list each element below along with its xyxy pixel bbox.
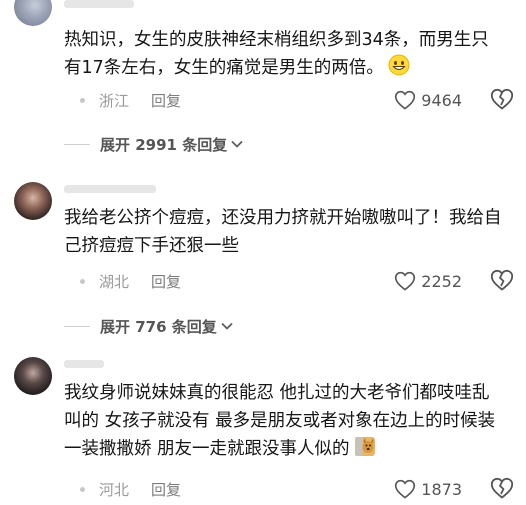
comment-location: 湖北 bbox=[99, 272, 130, 291]
comment-meta: 湖北 回复 bbox=[64, 270, 181, 292]
like-count: 2252 bbox=[421, 271, 462, 291]
like-button[interactable]: 9464 bbox=[394, 88, 462, 112]
like-button[interactable]: 1873 bbox=[394, 477, 462, 501]
comment-text: 热知识，女生的皮肤神经末梢组织多到34条，而男生只有17条左右，女生的痛觉是男生… bbox=[64, 26, 504, 85]
commenter-avatar[interactable] bbox=[14, 0, 52, 26]
separator-dot bbox=[80, 97, 85, 103]
expand-replies-label: 展开 776 条回复 bbox=[100, 317, 217, 336]
broken-heart-outline-icon bbox=[490, 88, 514, 110]
heart-outline-icon bbox=[395, 479, 416, 499]
dislike-button[interactable] bbox=[490, 88, 514, 112]
commenter-name-placeholder[interactable] bbox=[64, 185, 156, 193]
heart-outline-icon bbox=[395, 271, 416, 291]
like-count: 9464 bbox=[421, 90, 462, 110]
chevron-down-icon bbox=[221, 322, 233, 330]
dislike-button[interactable] bbox=[490, 477, 514, 501]
separator-dot bbox=[80, 278, 85, 284]
commenter-avatar[interactable] bbox=[14, 357, 52, 395]
divider-line bbox=[64, 325, 90, 327]
commenter-avatar[interactable] bbox=[14, 182, 52, 220]
comment-text: 我给老公挤个痘痘，还没用力挤就开始嗷嗷叫了！我给自己挤痘痘下手还狠一些 bbox=[64, 208, 502, 256]
chevron-down-icon bbox=[231, 140, 243, 148]
expand-replies-label: 展开 2991 条回复 bbox=[100, 135, 228, 154]
dog-peeking-emoji bbox=[354, 435, 376, 466]
separator-dot bbox=[80, 486, 85, 492]
broken-heart-outline-icon bbox=[490, 477, 514, 499]
like-count: 1873 bbox=[421, 479, 462, 499]
reply-button[interactable]: 回复 bbox=[151, 90, 181, 111]
commenter-name-placeholder[interactable] bbox=[64, 360, 104, 368]
expand-replies-button[interactable]: 展开 2991 条回复 bbox=[64, 133, 244, 155]
expand-replies-button[interactable]: 展开 776 条回复 bbox=[64, 315, 234, 337]
reply-button[interactable]: 回复 bbox=[151, 271, 181, 292]
reply-button[interactable]: 回复 bbox=[151, 479, 181, 500]
like-button[interactable]: 2252 bbox=[394, 269, 462, 293]
broken-heart-outline-icon bbox=[490, 269, 514, 291]
smiling-face-emoji bbox=[388, 54, 410, 85]
comment-meta: 浙江 回复 bbox=[64, 89, 181, 111]
comment-meta: 河北 回复 bbox=[64, 478, 181, 500]
heart-outline-icon bbox=[395, 90, 416, 110]
commenter-name-placeholder[interactable] bbox=[64, 0, 134, 8]
comment-text: 我纹身师说妹妹真的很能忍 他扎过的大老爷们都吱哇乱叫的 女孩子就没有 最多是朋友… bbox=[64, 379, 504, 466]
divider-line bbox=[64, 143, 90, 145]
comment-location: 浙江 bbox=[99, 91, 130, 110]
dislike-button[interactable] bbox=[490, 269, 514, 293]
comment-location: 河北 bbox=[99, 480, 130, 499]
